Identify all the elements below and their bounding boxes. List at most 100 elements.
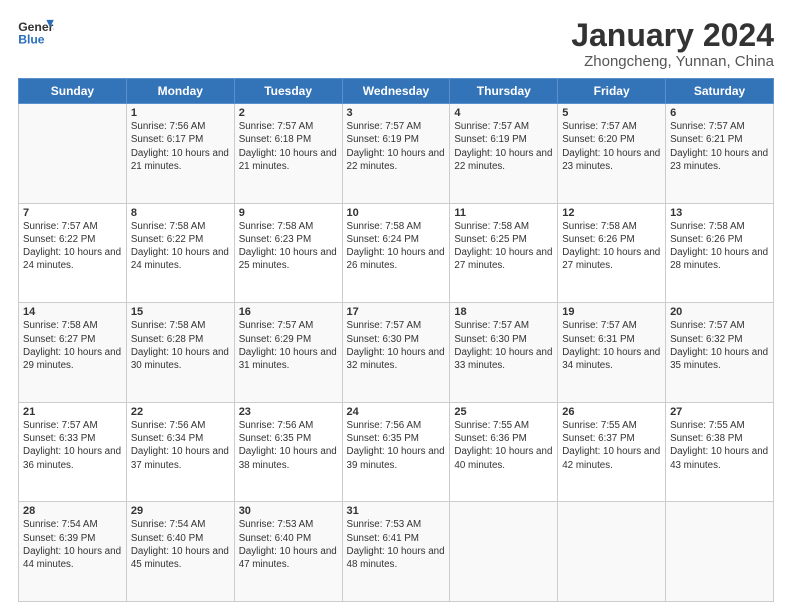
day-info: Sunrise: 7:54 AMSunset: 6:40 PMDaylight:…	[131, 518, 230, 571]
day-number: 1	[131, 107, 230, 119]
day-info: Sunrise: 7:58 AMSunset: 6:28 PMDaylight:…	[131, 319, 230, 372]
calendar-day-cell: 17Sunrise: 7:57 AMSunset: 6:30 PMDayligh…	[342, 303, 450, 403]
day-of-week-header: Wednesday	[342, 79, 450, 104]
calendar-day-cell: 12Sunrise: 7:58 AMSunset: 6:26 PMDayligh…	[558, 203, 666, 303]
calendar-day-cell: 9Sunrise: 7:58 AMSunset: 6:23 PMDaylight…	[234, 203, 342, 303]
header: General Blue January 2024 Zhongcheng, Yu…	[18, 18, 774, 70]
day-number: 22	[131, 406, 230, 418]
day-of-week-header: Saturday	[666, 79, 774, 104]
day-info: Sunrise: 7:53 AMSunset: 6:41 PMDaylight:…	[347, 518, 446, 571]
day-number: 18	[454, 306, 553, 318]
calendar-day-cell: 16Sunrise: 7:57 AMSunset: 6:29 PMDayligh…	[234, 303, 342, 403]
location-subtitle: Zhongcheng, Yunnan, China	[571, 53, 774, 70]
day-number: 4	[454, 107, 553, 119]
day-number: 27	[670, 406, 769, 418]
day-info: Sunrise: 7:55 AMSunset: 6:37 PMDaylight:…	[562, 419, 661, 472]
calendar-day-cell: 8Sunrise: 7:58 AMSunset: 6:22 PMDaylight…	[126, 203, 234, 303]
calendar-day-cell: 21Sunrise: 7:57 AMSunset: 6:33 PMDayligh…	[19, 402, 127, 502]
day-info: Sunrise: 7:58 AMSunset: 6:25 PMDaylight:…	[454, 220, 553, 273]
calendar-header-row: SundayMondayTuesdayWednesdayThursdayFrid…	[19, 79, 774, 104]
day-of-week-header: Tuesday	[234, 79, 342, 104]
calendar-day-cell: 13Sunrise: 7:58 AMSunset: 6:26 PMDayligh…	[666, 203, 774, 303]
calendar-day-cell: 24Sunrise: 7:56 AMSunset: 6:35 PMDayligh…	[342, 402, 450, 502]
day-number: 25	[454, 406, 553, 418]
calendar-day-cell: 22Sunrise: 7:56 AMSunset: 6:34 PMDayligh…	[126, 402, 234, 502]
day-info: Sunrise: 7:58 AMSunset: 6:23 PMDaylight:…	[239, 220, 338, 273]
calendar-day-cell	[666, 502, 774, 602]
calendar-table: SundayMondayTuesdayWednesdayThursdayFrid…	[18, 78, 774, 602]
calendar-day-cell: 31Sunrise: 7:53 AMSunset: 6:41 PMDayligh…	[342, 502, 450, 602]
day-number: 7	[23, 207, 122, 219]
day-number: 19	[562, 306, 661, 318]
day-of-week-header: Monday	[126, 79, 234, 104]
day-of-week-header: Sunday	[19, 79, 127, 104]
day-number: 13	[670, 207, 769, 219]
calendar-day-cell: 2Sunrise: 7:57 AMSunset: 6:18 PMDaylight…	[234, 104, 342, 204]
calendar-day-cell: 28Sunrise: 7:54 AMSunset: 6:39 PMDayligh…	[19, 502, 127, 602]
day-info: Sunrise: 7:58 AMSunset: 6:27 PMDaylight:…	[23, 319, 122, 372]
day-number: 9	[239, 207, 338, 219]
day-number: 30	[239, 505, 338, 517]
day-number: 23	[239, 406, 338, 418]
day-number: 24	[347, 406, 446, 418]
day-number: 2	[239, 107, 338, 119]
day-number: 31	[347, 505, 446, 517]
day-number: 8	[131, 207, 230, 219]
calendar-day-cell: 1Sunrise: 7:56 AMSunset: 6:17 PMDaylight…	[126, 104, 234, 204]
day-info: Sunrise: 7:57 AMSunset: 6:21 PMDaylight:…	[670, 120, 769, 173]
calendar-day-cell: 3Sunrise: 7:57 AMSunset: 6:19 PMDaylight…	[342, 104, 450, 204]
calendar-day-cell: 5Sunrise: 7:57 AMSunset: 6:20 PMDaylight…	[558, 104, 666, 204]
day-number: 11	[454, 207, 553, 219]
calendar-day-cell: 30Sunrise: 7:53 AMSunset: 6:40 PMDayligh…	[234, 502, 342, 602]
calendar-day-cell: 19Sunrise: 7:57 AMSunset: 6:31 PMDayligh…	[558, 303, 666, 403]
day-number: 26	[562, 406, 661, 418]
day-info: Sunrise: 7:58 AMSunset: 6:24 PMDaylight:…	[347, 220, 446, 273]
day-info: Sunrise: 7:56 AMSunset: 6:35 PMDaylight:…	[239, 419, 338, 472]
day-info: Sunrise: 7:58 AMSunset: 6:22 PMDaylight:…	[131, 220, 230, 273]
svg-text:Blue: Blue	[18, 32, 45, 46]
day-info: Sunrise: 7:53 AMSunset: 6:40 PMDaylight:…	[239, 518, 338, 571]
calendar-day-cell: 6Sunrise: 7:57 AMSunset: 6:21 PMDaylight…	[666, 104, 774, 204]
day-info: Sunrise: 7:55 AMSunset: 6:38 PMDaylight:…	[670, 419, 769, 472]
calendar-day-cell: 14Sunrise: 7:58 AMSunset: 6:27 PMDayligh…	[19, 303, 127, 403]
calendar-week-row: 14Sunrise: 7:58 AMSunset: 6:27 PMDayligh…	[19, 303, 774, 403]
day-info: Sunrise: 7:57 AMSunset: 6:32 PMDaylight:…	[670, 319, 769, 372]
day-number: 10	[347, 207, 446, 219]
day-number: 6	[670, 107, 769, 119]
day-number: 28	[23, 505, 122, 517]
logo-icon: General Blue	[18, 18, 54, 48]
day-of-week-header: Thursday	[450, 79, 558, 104]
day-number: 15	[131, 306, 230, 318]
calendar-day-cell: 10Sunrise: 7:58 AMSunset: 6:24 PMDayligh…	[342, 203, 450, 303]
calendar-day-cell: 4Sunrise: 7:57 AMSunset: 6:19 PMDaylight…	[450, 104, 558, 204]
day-number: 14	[23, 306, 122, 318]
day-number: 21	[23, 406, 122, 418]
calendar-page: General Blue January 2024 Zhongcheng, Yu…	[0, 0, 792, 612]
day-info: Sunrise: 7:58 AMSunset: 6:26 PMDaylight:…	[562, 220, 661, 273]
calendar-day-cell: 18Sunrise: 7:57 AMSunset: 6:30 PMDayligh…	[450, 303, 558, 403]
calendar-day-cell	[450, 502, 558, 602]
day-number: 29	[131, 505, 230, 517]
day-info: Sunrise: 7:57 AMSunset: 6:33 PMDaylight:…	[23, 419, 122, 472]
day-info: Sunrise: 7:57 AMSunset: 6:31 PMDaylight:…	[562, 319, 661, 372]
calendar-week-row: 21Sunrise: 7:57 AMSunset: 6:33 PMDayligh…	[19, 402, 774, 502]
day-info: Sunrise: 7:57 AMSunset: 6:30 PMDaylight:…	[454, 319, 553, 372]
calendar-day-cell: 23Sunrise: 7:56 AMSunset: 6:35 PMDayligh…	[234, 402, 342, 502]
day-number: 5	[562, 107, 661, 119]
calendar-day-cell: 15Sunrise: 7:58 AMSunset: 6:28 PMDayligh…	[126, 303, 234, 403]
day-info: Sunrise: 7:58 AMSunset: 6:26 PMDaylight:…	[670, 220, 769, 273]
day-info: Sunrise: 7:55 AMSunset: 6:36 PMDaylight:…	[454, 419, 553, 472]
day-info: Sunrise: 7:57 AMSunset: 6:30 PMDaylight:…	[347, 319, 446, 372]
day-info: Sunrise: 7:57 AMSunset: 6:22 PMDaylight:…	[23, 220, 122, 273]
day-info: Sunrise: 7:57 AMSunset: 6:18 PMDaylight:…	[239, 120, 338, 173]
day-info: Sunrise: 7:56 AMSunset: 6:35 PMDaylight:…	[347, 419, 446, 472]
day-of-week-header: Friday	[558, 79, 666, 104]
title-block: January 2024 Zhongcheng, Yunnan, China	[571, 18, 774, 70]
calendar-body: 1Sunrise: 7:56 AMSunset: 6:17 PMDaylight…	[19, 104, 774, 602]
day-info: Sunrise: 7:54 AMSunset: 6:39 PMDaylight:…	[23, 518, 122, 571]
calendar-day-cell	[19, 104, 127, 204]
calendar-day-cell	[558, 502, 666, 602]
month-title: January 2024	[571, 18, 774, 53]
day-info: Sunrise: 7:57 AMSunset: 6:19 PMDaylight:…	[454, 120, 553, 173]
calendar-day-cell: 26Sunrise: 7:55 AMSunset: 6:37 PMDayligh…	[558, 402, 666, 502]
